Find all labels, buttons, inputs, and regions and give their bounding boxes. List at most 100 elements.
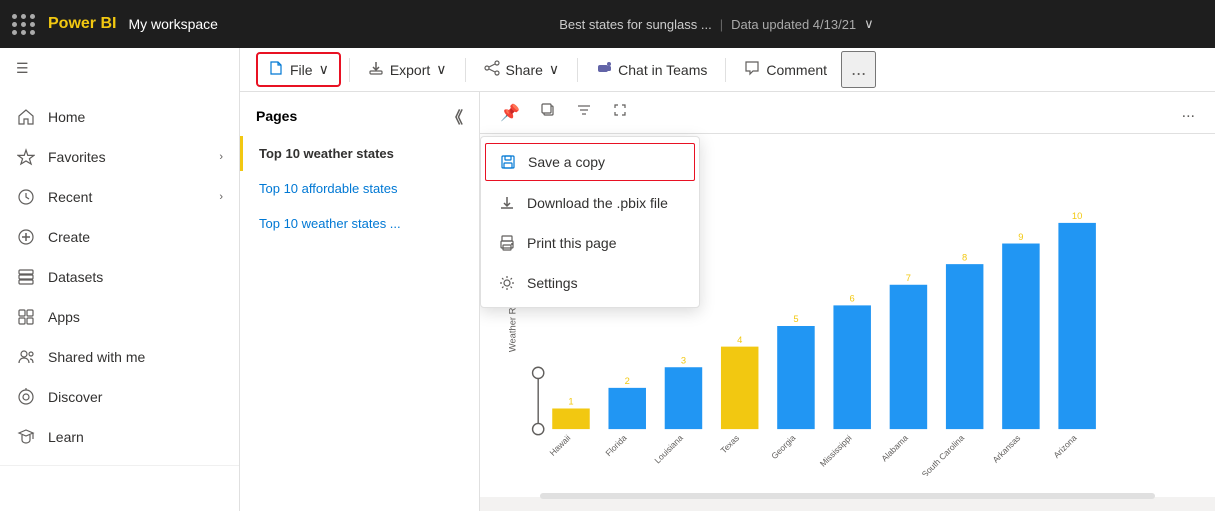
scrollbar[interactable]: [540, 493, 1155, 499]
page-item-top10affordable[interactable]: Top 10 affordable states: [240, 171, 479, 206]
main-layout: ☰ Home Favorites › Recent ›: [0, 48, 1215, 511]
svg-text:Georgia: Georgia: [769, 433, 797, 461]
svg-text:8: 8: [962, 252, 967, 262]
svg-text:4: 4: [737, 335, 742, 345]
comment-icon: [744, 60, 760, 79]
bar-hawaii: [552, 408, 589, 429]
share-chevron: ∨: [549, 61, 559, 78]
duplicate-icon[interactable]: [532, 98, 564, 127]
print-item[interactable]: Print this page: [481, 223, 699, 263]
workspace-label[interactable]: My workspace: [128, 16, 217, 32]
bar-arkansas: [1002, 244, 1039, 430]
top-bar: Power BI My workspace Best states for su…: [0, 0, 1215, 48]
svg-text:Alabama: Alabama: [879, 433, 910, 464]
comment-label: Comment: [766, 62, 827, 78]
svg-text:Louisiana: Louisiana: [652, 433, 685, 466]
sidebar-item-datasets[interactable]: Datasets: [0, 257, 239, 297]
page-item-top10weather[interactable]: Top 10 weather states: [240, 136, 479, 171]
bar-southcarolina: [946, 264, 983, 429]
apps-icon: [16, 307, 36, 327]
pages-collapse-button[interactable]: 《: [447, 104, 463, 128]
sidebar-item-discover-label: Discover: [48, 389, 102, 405]
svg-text:2: 2: [625, 376, 630, 386]
share-button[interactable]: Share ∨: [474, 54, 570, 85]
report-body: Pages 《 Top 10 weather states Top 10 aff…: [240, 92, 1215, 511]
comment-button[interactable]: Comment: [734, 54, 837, 85]
more-button[interactable]: ...: [841, 51, 876, 88]
sidebar-item-apps[interactable]: Apps: [0, 297, 239, 337]
settings-item[interactable]: Settings: [481, 263, 699, 303]
sidebar-item-home[interactable]: Home: [0, 97, 239, 137]
sidebar-item-sharedwithme-label: Shared with me: [48, 349, 145, 365]
favorites-icon: [16, 147, 36, 167]
main-toolbar: File ∨ Export ∨ Share ∨: [240, 48, 1215, 92]
download-pbix-item[interactable]: Download the .pbix file: [481, 183, 699, 223]
report-info: Best states for sunglass ... | Data upda…: [230, 16, 1203, 32]
recent-chevron: ›: [219, 191, 223, 203]
export-label: Export: [390, 62, 430, 78]
pin-icon[interactable]: 📌: [492, 99, 528, 127]
bar-alabama: [890, 285, 927, 429]
svg-text:Texas: Texas: [718, 433, 741, 456]
toolbar-sep1: [349, 58, 350, 82]
discover-icon: [16, 387, 36, 407]
svg-text:Arkansas: Arkansas: [990, 433, 1022, 465]
sidebar-item-favorites-label: Favorites: [48, 149, 106, 165]
sidebar-item-create[interactable]: Create: [0, 217, 239, 257]
sidebar-item-learn-label: Learn: [48, 429, 84, 445]
page-item-top10weatherstates2[interactable]: Top 10 weather states ...: [240, 206, 479, 241]
teams-icon: [596, 60, 612, 79]
download-icon: [497, 193, 517, 213]
file-chevron: ∨: [319, 61, 329, 78]
shared-icon: [16, 347, 36, 367]
file-label: File: [290, 62, 313, 78]
svg-text:Hawaii: Hawaii: [547, 433, 572, 458]
file-icon: [268, 60, 284, 79]
svg-text:5: 5: [793, 314, 798, 324]
report-area: 📌 ...: [480, 92, 1215, 511]
svg-text:6: 6: [850, 294, 855, 304]
favorites-chevron: ›: [219, 151, 223, 163]
filter-icon[interactable]: [568, 98, 600, 127]
sidebar-item-sharedwithme[interactable]: Shared with me: [0, 337, 239, 377]
sidebar-item-apps-label: Apps: [48, 309, 80, 325]
sidebar-hamburger[interactable]: ☰: [0, 48, 239, 89]
share-icon: [484, 60, 500, 79]
export-icon: [368, 60, 384, 79]
svg-text:Florida: Florida: [603, 433, 628, 458]
more-options-icon[interactable]: ...: [1174, 100, 1203, 126]
powerbi-logo: Power BI: [48, 15, 116, 33]
sidebar-item-discover[interactable]: Discover: [0, 377, 239, 417]
bar-mississippi: [833, 305, 870, 429]
timeline-dot2: [533, 423, 544, 434]
save-copy-item[interactable]: Save a copy: [485, 143, 695, 181]
report-toolbar-right: ...: [1174, 100, 1203, 126]
sidebar-item-favorites[interactable]: Favorites ›: [0, 137, 239, 177]
report-toolbar: 📌 ...: [480, 92, 1215, 134]
file-button[interactable]: File ∨: [256, 52, 341, 87]
report-toolbar-left: 📌: [492, 98, 636, 127]
pages-panel: Pages 《 Top 10 weather states Top 10 aff…: [240, 92, 480, 511]
svg-text:1: 1: [568, 397, 573, 407]
chat-in-teams-label: Chat in Teams: [618, 62, 707, 78]
chat-in-teams-button[interactable]: Chat in Teams: [586, 54, 717, 85]
print-icon: [497, 233, 517, 253]
svg-text:Arizona: Arizona: [1051, 433, 1078, 460]
sidebar: ☰ Home Favorites › Recent ›: [0, 48, 240, 511]
expand-icon[interactable]: [604, 98, 636, 127]
print-label: Print this page: [527, 235, 617, 251]
bar-florida: [608, 388, 645, 429]
home-icon: [16, 107, 36, 127]
waffle-icon[interactable]: [12, 14, 36, 35]
learn-icon: [16, 427, 36, 447]
settings-icon: [497, 273, 517, 293]
sidebar-item-recent[interactable]: Recent ›: [0, 177, 239, 217]
share-label: Share: [506, 62, 543, 78]
sidebar-item-learn[interactable]: Learn: [0, 417, 239, 457]
settings-label: Settings: [527, 275, 578, 291]
export-button[interactable]: Export ∨: [358, 54, 457, 85]
data-update-chevron[interactable]: ∨: [864, 16, 874, 32]
sidebar-nav: Home Favorites › Recent › Creat: [0, 89, 239, 466]
data-update: Data updated 4/13/21: [731, 17, 856, 32]
bar-texas: [721, 347, 758, 429]
